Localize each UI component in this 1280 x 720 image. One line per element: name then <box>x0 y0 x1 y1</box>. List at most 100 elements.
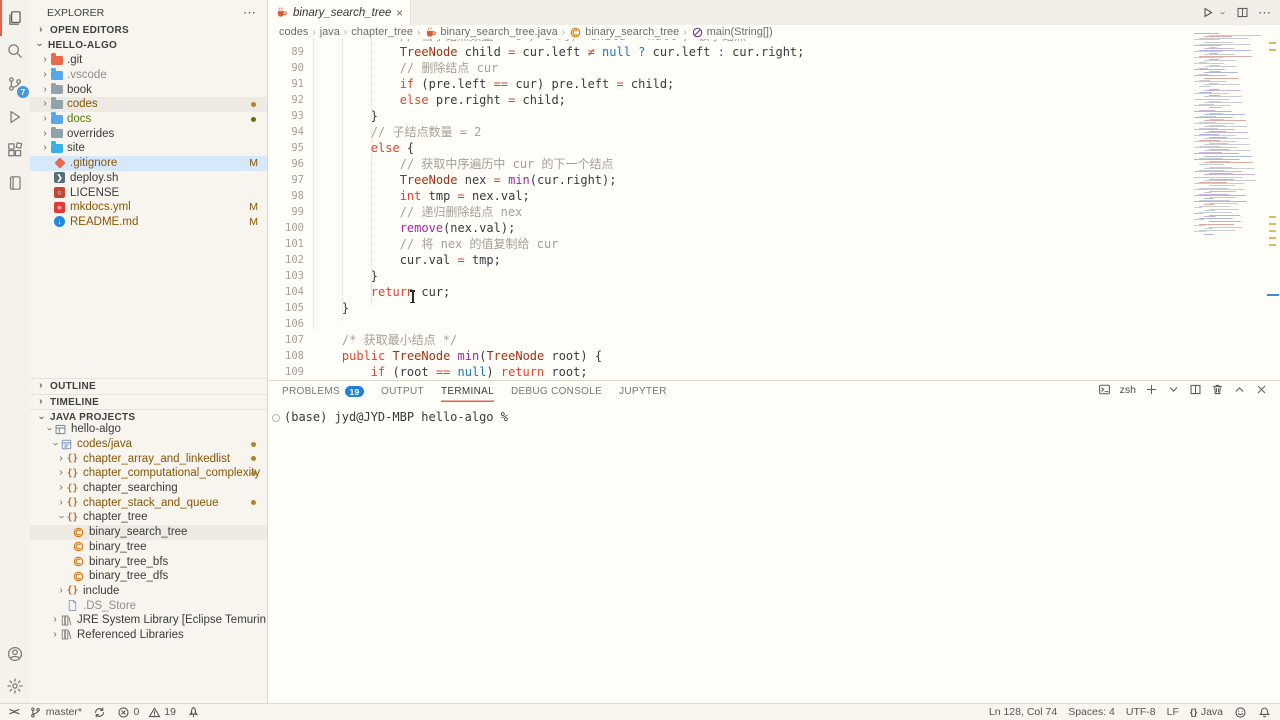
settings-icon[interactable] <box>4 675 26 697</box>
warning-count: 19 <box>164 706 176 718</box>
overview-cursor-marker <box>1267 294 1279 296</box>
breadcrumb-item[interactable]: main(String[]) <box>691 26 773 39</box>
java-item-hello-algo[interactable]: ›hello-algo <box>30 422 267 437</box>
cursor-position[interactable]: Ln 128, Col 74 <box>989 706 1057 718</box>
section-outline[interactable]: ›OUTLINE <box>30 378 267 394</box>
chevron-right-icon: › <box>40 55 50 65</box>
breadcrumb-item[interactable]: chapter_tree <box>351 26 413 38</box>
run-icon[interactable] <box>1201 6 1214 19</box>
file-book[interactable]: ›book <box>30 82 267 97</box>
tree-item-label: binary_tree_bfs <box>89 556 168 568</box>
java-item-chapter_tree[interactable]: ›{}chapter_tree <box>30 510 267 525</box>
new-terminal-icon[interactable] <box>1145 383 1158 396</box>
run-debug-icon[interactable] <box>4 106 26 128</box>
launch-profile-dropdown-icon[interactable] <box>1167 383 1180 396</box>
license-icon: ○ <box>53 186 66 199</box>
file-.vscode[interactable]: ›.vscode <box>30 68 267 83</box>
java-item-chapter_searching[interactable]: ›{}chapter_searching <box>30 481 267 496</box>
java-item-binary_tree[interactable]: ›binary_tree <box>30 540 267 555</box>
breadcrumb-item[interactable]: binary_search_tree <box>569 26 679 39</box>
sync-icon[interactable] <box>93 706 106 719</box>
more-actions-icon[interactable]: ⋯ <box>1258 5 1271 21</box>
braces-icon: {} <box>66 511 79 524</box>
file-codes[interactable]: ›codes <box>30 97 267 112</box>
section-root-folder[interactable]: › HELLO-ALGO <box>30 38 267 53</box>
notebook-icon[interactable] <box>4 172 26 194</box>
more-actions-icon[interactable]: ⋯ <box>243 5 257 21</box>
close-panel-icon[interactable] <box>1255 383 1268 396</box>
file-label: .git <box>67 54 82 66</box>
class-icon <box>569 26 582 39</box>
file-overrides[interactable]: ›overrides <box>30 126 267 141</box>
tab-binary-search-tree[interactable]: binary_search_tree.java × <box>268 0 411 25</box>
file-deploy.sh[interactable]: ❯deploy.sh <box>30 171 267 186</box>
indentation[interactable]: Spaces: 4 <box>1068 706 1115 718</box>
problems-indicator[interactable]: 019 <box>117 706 176 719</box>
file-site[interactable]: ›site <box>30 141 267 156</box>
notifications-bell-icon[interactable] <box>1258 706 1271 719</box>
java-item-chapter_stack_and_queue[interactable]: ›{}chapter_stack_and_queue <box>30 495 267 510</box>
java-item-include[interactable]: ›{}include <box>30 584 267 599</box>
file-label: docs <box>67 113 91 125</box>
minimap[interactable] <box>1192 33 1264 343</box>
split-terminal-icon[interactable] <box>1189 383 1202 396</box>
maximize-panel-icon[interactable] <box>1233 383 1246 396</box>
split-editor-icon[interactable] <box>1236 6 1249 19</box>
source-control-icon[interactable]: 7 <box>4 73 26 95</box>
git-modified-dot <box>251 102 256 107</box>
java-status-rocket-icon[interactable] <box>187 706 200 719</box>
java-item-binary_search_tree[interactable]: ›binary_search_tree <box>30 525 267 540</box>
file-docs[interactable]: ›docs <box>30 112 267 127</box>
search-icon[interactable] <box>4 40 26 62</box>
extensions-icon[interactable] <box>4 139 26 161</box>
code-editor[interactable]: 88 // 当子结点数量 = 0 / 1 时， child = null / 该… <box>268 39 1190 379</box>
panel-tab-terminal[interactable]: TERMINAL <box>441 381 494 402</box>
badge: 7 <box>17 86 29 98</box>
encoding[interactable]: UTF-8 <box>1126 706 1156 718</box>
java-item-codes-java[interactable]: ›codes/java <box>30 437 267 452</box>
file-.git[interactable]: › .git <box>30 53 267 68</box>
folder-icon <box>50 142 63 155</box>
overview-ruler-scrollbar[interactable] <box>1266 26 1280 380</box>
tree-item-label: chapter_searching <box>83 482 178 494</box>
file-README.md[interactable]: ↓README.mdM <box>30 215 267 230</box>
eol[interactable]: LF <box>1167 706 1179 718</box>
java-item-referenced-libraries[interactable]: ›Referenced Libraries <box>30 628 267 643</box>
panel-tab-debug-console[interactable]: DEBUG CONSOLE <box>511 381 602 402</box>
java-item-binary_tree_dfs[interactable]: ›binary_tree_dfs <box>30 569 267 584</box>
file-.gitignore[interactable]: .gitignoreM <box>30 156 267 171</box>
code-text: TreeNode nex = min(cur.right); <box>304 172 616 188</box>
run-dropdown-icon[interactable]: › <box>1217 8 1227 18</box>
panel-tab-problems[interactable]: PROBLEMS19 <box>282 381 364 402</box>
java-item-chapter_array_and_linkedlist[interactable]: ›{}chapter_array_and_linkedlist <box>30 451 267 466</box>
close-icon[interactable]: × <box>396 6 403 20</box>
java-item-jre-system-library-eclipse-temurin-17-17-[interactable]: ›JRE System Library [Eclipse Temurin 17 … <box>30 613 267 628</box>
line-number: 109 <box>268 364 304 379</box>
branch-indicator[interactable]: master* <box>29 706 82 719</box>
breadcrumb-item[interactable]: binary_search_tree.java <box>424 26 557 39</box>
terminal[interactable]: (base) jyd@JYD-MBP hello-algo % <box>284 410 508 424</box>
section-timeline[interactable]: ›TIMELINE <box>30 394 267 410</box>
code-line: 98 int tmp = nex.val; <box>268 188 1190 204</box>
shell-icon: ❯ <box>53 171 66 184</box>
java-item-chapter_computational_complexity[interactable]: ›{}chapter_computational_complexity <box>30 466 267 481</box>
account-icon[interactable] <box>4 643 26 665</box>
kill-terminal-icon[interactable] <box>1211 383 1224 396</box>
explorer-icon[interactable] <box>4 7 26 29</box>
chevron-right-icon: › <box>50 615 60 625</box>
panel-tab-output[interactable]: OUTPUT <box>381 381 424 402</box>
file-mkdocs.yml[interactable]: ≡mkdocs.ymlM <box>30 200 267 215</box>
panel-tab-jupyter[interactable]: JUPYTER <box>619 381 667 402</box>
breadcrumb-item[interactable]: codes <box>279 26 308 38</box>
remote-indicator[interactable]: >< <box>9 706 18 718</box>
section-open-editors[interactable]: › OPEN EDITORS <box>30 23 267 38</box>
breadcrumb-item[interactable]: java <box>320 26 340 38</box>
shell-selector[interactable]: zsh <box>1120 384 1136 396</box>
java-item-binary_tree_bfs[interactable]: ›binary_tree_bfs <box>30 554 267 569</box>
feedback-smiley-icon[interactable] <box>1234 706 1247 719</box>
java-item--ds_store[interactable]: ›.DS_Store <box>30 598 267 613</box>
breadcrumb-label: binary_search_tree <box>585 26 679 38</box>
file-LICENSE[interactable]: ○LICENSE <box>30 185 267 200</box>
language-mode[interactable]: {}Java <box>1190 706 1223 718</box>
code-line: 94 // 子结点数量 = 2 <box>268 124 1190 140</box>
